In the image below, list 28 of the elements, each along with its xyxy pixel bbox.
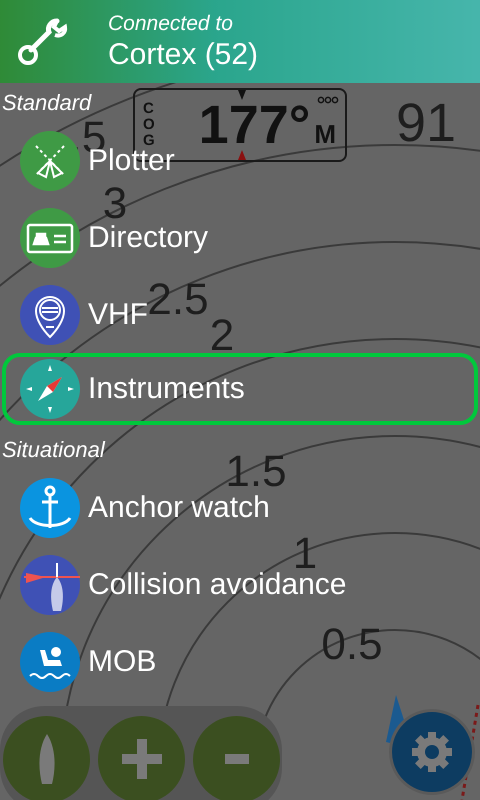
cog-unit: M bbox=[314, 118, 336, 150]
connection-caption: Connected to bbox=[108, 10, 234, 36]
map-value: 91 bbox=[396, 96, 456, 150]
anchor-icon bbox=[20, 478, 80, 538]
compass-icon bbox=[20, 359, 80, 419]
cog-letter: O bbox=[143, 117, 155, 133]
range-label: 0.5 bbox=[321, 623, 383, 667]
more-icon bbox=[317, 96, 339, 104]
cog-letter: C bbox=[143, 101, 155, 117]
course-marker-icon bbox=[238, 150, 246, 160]
cog-letter: G bbox=[143, 133, 155, 149]
plus-icon bbox=[122, 739, 162, 779]
swimmer-icon bbox=[20, 632, 80, 692]
minus-icon bbox=[224, 754, 248, 764]
settings-icon bbox=[411, 731, 453, 773]
section-title: Situational bbox=[1, 436, 105, 464]
id-card-icon bbox=[20, 208, 80, 268]
wrench-icon[interactable] bbox=[17, 16, 69, 66]
range-label: 2 bbox=[210, 314, 234, 358]
cog-value: 177° bbox=[198, 98, 310, 152]
radio-icon bbox=[20, 284, 80, 344]
menu-item[interactable]: MOB bbox=[88, 644, 156, 678]
range-label: 2.5 bbox=[147, 278, 209, 322]
device-name: Cortex (52) bbox=[108, 36, 258, 72]
section-title: Standard bbox=[1, 89, 92, 117]
menu-item[interactable]: Instruments bbox=[88, 372, 245, 406]
boat-icon bbox=[20, 554, 80, 614]
menu-item[interactable]: VHF bbox=[88, 298, 148, 332]
